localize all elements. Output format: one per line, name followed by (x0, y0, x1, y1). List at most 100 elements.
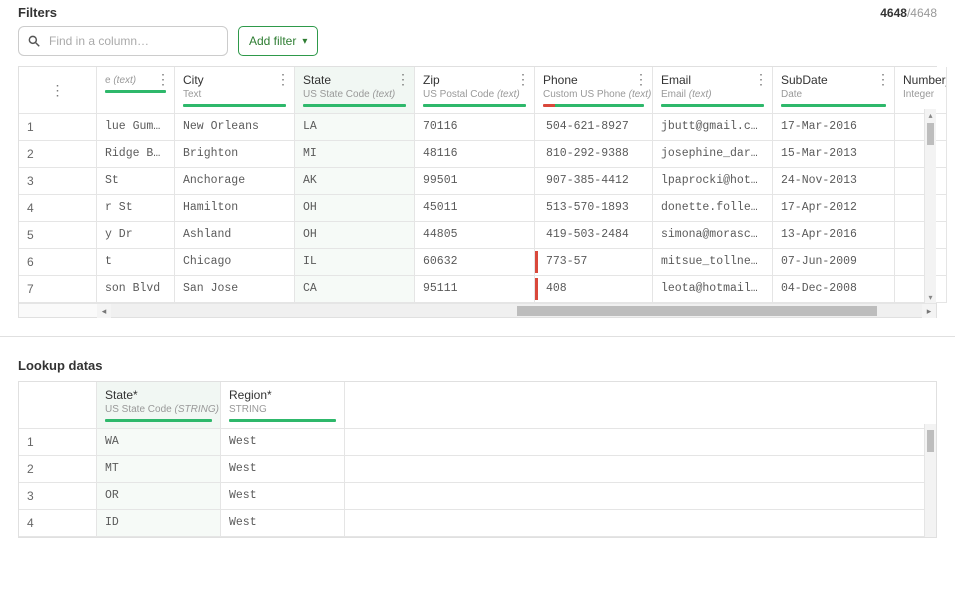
kebab-icon[interactable]: ⋮ (51, 82, 65, 98)
cell-city[interactable]: New Orleans (175, 114, 295, 141)
main-table-vscroll[interactable]: ▴ ▾ (924, 109, 936, 303)
cell-email[interactable]: mitsue_tollner@yah… (653, 249, 773, 276)
cell-subdate[interactable]: 24-Nov-2013 (773, 168, 895, 195)
lookup-table-vscroll[interactable] (924, 424, 936, 537)
cell-number_of[interactable] (895, 168, 947, 195)
cell-email[interactable]: leota@hotmail.com (653, 276, 773, 303)
column-header-email[interactable]: EmailEmail (text)⋮ (653, 67, 773, 114)
search-input[interactable] (47, 33, 219, 49)
cell-phone[interactable]: 810-292-9388 (535, 141, 653, 168)
add-filter-button[interactable]: Add filter ▾ (238, 26, 318, 56)
cell-region[interactable]: West (221, 510, 345, 537)
column-header-number_of[interactable]: Number_ofInteger (895, 67, 947, 114)
lookup-column-header[interactable]: State*US State Code (STRING) (97, 382, 221, 429)
cell-zip[interactable]: 45011 (415, 195, 535, 222)
row-number[interactable]: 3 (19, 483, 97, 510)
cell-number_of[interactable] (895, 141, 947, 168)
kebab-icon[interactable]: ⋮ (156, 71, 170, 87)
vscroll-thumb[interactable] (927, 430, 934, 452)
cell-state[interactable]: AK (295, 168, 415, 195)
main-table-hscroll[interactable]: ◂ ▸ (19, 303, 936, 317)
column-header-address[interactable]: e (text)⋮ (97, 67, 175, 114)
cell-state[interactable]: ID (97, 510, 221, 537)
row-number[interactable]: 1 (19, 429, 97, 456)
row-number[interactable]: 4 (19, 510, 97, 537)
cell-subdate[interactable]: 04-Dec-2008 (773, 276, 895, 303)
cell-city[interactable]: Chicago (175, 249, 295, 276)
cell-address[interactable]: y Dr (97, 222, 175, 249)
cell-phone[interactable]: 504-621-8927 (535, 114, 653, 141)
kebab-icon[interactable]: ⋮ (754, 71, 768, 87)
cell-state[interactable]: WA (97, 429, 221, 456)
cell-zip[interactable]: 95111 (415, 276, 535, 303)
cell-state[interactable]: CA (295, 276, 415, 303)
cell-city[interactable]: San Jose (175, 276, 295, 303)
cell-zip[interactable]: 48116 (415, 141, 535, 168)
cell-city[interactable]: Anchorage (175, 168, 295, 195)
cell-city[interactable]: Brighton (175, 141, 295, 168)
row-number[interactable]: 6 (19, 249, 97, 276)
cell-address[interactable]: t (97, 249, 175, 276)
cell-subdate[interactable]: 13-Apr-2016 (773, 222, 895, 249)
cell-phone[interactable]: 513-570-1893 (535, 195, 653, 222)
cell-subdate[interactable]: 15-Mar-2013 (773, 141, 895, 168)
cell-phone[interactable]: 419-503-2484 (535, 222, 653, 249)
row-number[interactable]: 7 (19, 276, 97, 303)
kebab-icon[interactable]: ⋮ (634, 71, 648, 87)
cell-state[interactable]: OR (97, 483, 221, 510)
cell-address[interactable]: St (97, 168, 175, 195)
cell-address[interactable]: lue Gum St (97, 114, 175, 141)
cell-zip[interactable]: 60632 (415, 249, 535, 276)
cell-address[interactable]: son Blvd (97, 276, 175, 303)
kebab-icon[interactable]: ⋮ (276, 71, 290, 87)
cell-phone[interactable]: 773-57 (535, 249, 653, 276)
kebab-icon[interactable]: ⋮ (396, 71, 410, 87)
cell-city[interactable]: Ashland (175, 222, 295, 249)
cell-email[interactable]: lpaprocki@hotmail.… (653, 168, 773, 195)
column-header-subdate[interactable]: SubDateDate⋮ (773, 67, 895, 114)
cell-email[interactable]: jbutt@gmail.com (653, 114, 773, 141)
cell-number_of[interactable] (895, 195, 947, 222)
cell-subdate[interactable]: 17-Mar-2016 (773, 114, 895, 141)
cell-city[interactable]: Hamilton (175, 195, 295, 222)
column-header-state[interactable]: StateUS State Code (text)⋮ (295, 67, 415, 114)
cell-number_of[interactable] (895, 276, 947, 303)
cell-address[interactable]: Ridge Blvd (97, 141, 175, 168)
lookup-column-header[interactable]: Region*STRING (221, 382, 345, 429)
cell-region[interactable]: West (221, 429, 345, 456)
row-number[interactable]: 2 (19, 141, 97, 168)
cell-state[interactable]: OH (295, 222, 415, 249)
cell-phone[interactable]: 408 (535, 276, 653, 303)
cell-state[interactable]: IL (295, 249, 415, 276)
cell-state[interactable]: LA (295, 114, 415, 141)
cell-address[interactable]: r St (97, 195, 175, 222)
cell-region[interactable]: West (221, 483, 345, 510)
vscroll-down-arrow[interactable]: ▾ (925, 291, 936, 303)
cell-zip[interactable]: 99501 (415, 168, 535, 195)
row-number[interactable]: 1 (19, 114, 97, 141)
cell-state[interactable]: MI (295, 141, 415, 168)
hscroll-thumb[interactable] (517, 306, 878, 316)
column-header-phone[interactable]: PhoneCustom US Phone (text)⋮ (535, 67, 653, 114)
cell-email[interactable]: donette.foller@cox… (653, 195, 773, 222)
row-number[interactable]: 3 (19, 168, 97, 195)
vscroll-up-arrow[interactable]: ▴ (925, 109, 936, 121)
cell-email[interactable]: josephine_darakjy@… (653, 141, 773, 168)
row-number[interactable]: 5 (19, 222, 97, 249)
cell-region[interactable]: West (221, 456, 345, 483)
cell-subdate[interactable]: 17-Apr-2012 (773, 195, 895, 222)
row-number[interactable]: 2 (19, 456, 97, 483)
column-header-zip[interactable]: ZipUS Postal Code (text)⋮ (415, 67, 535, 114)
cell-number_of[interactable] (895, 114, 947, 141)
cell-subdate[interactable]: 07-Jun-2009 (773, 249, 895, 276)
cell-zip[interactable]: 44805 (415, 222, 535, 249)
cell-phone[interactable]: 907-385-4412 (535, 168, 653, 195)
hscroll-right-arrow[interactable]: ▸ (922, 304, 936, 318)
vscroll-thumb[interactable] (927, 123, 934, 145)
hscroll-left-arrow[interactable]: ◂ (97, 304, 111, 318)
cell-zip[interactable]: 70116 (415, 114, 535, 141)
column-search[interactable] (18, 26, 228, 56)
cell-state[interactable]: MT (97, 456, 221, 483)
column-header-city[interactable]: CityText⋮ (175, 67, 295, 114)
kebab-icon[interactable]: ⋮ (516, 71, 530, 87)
